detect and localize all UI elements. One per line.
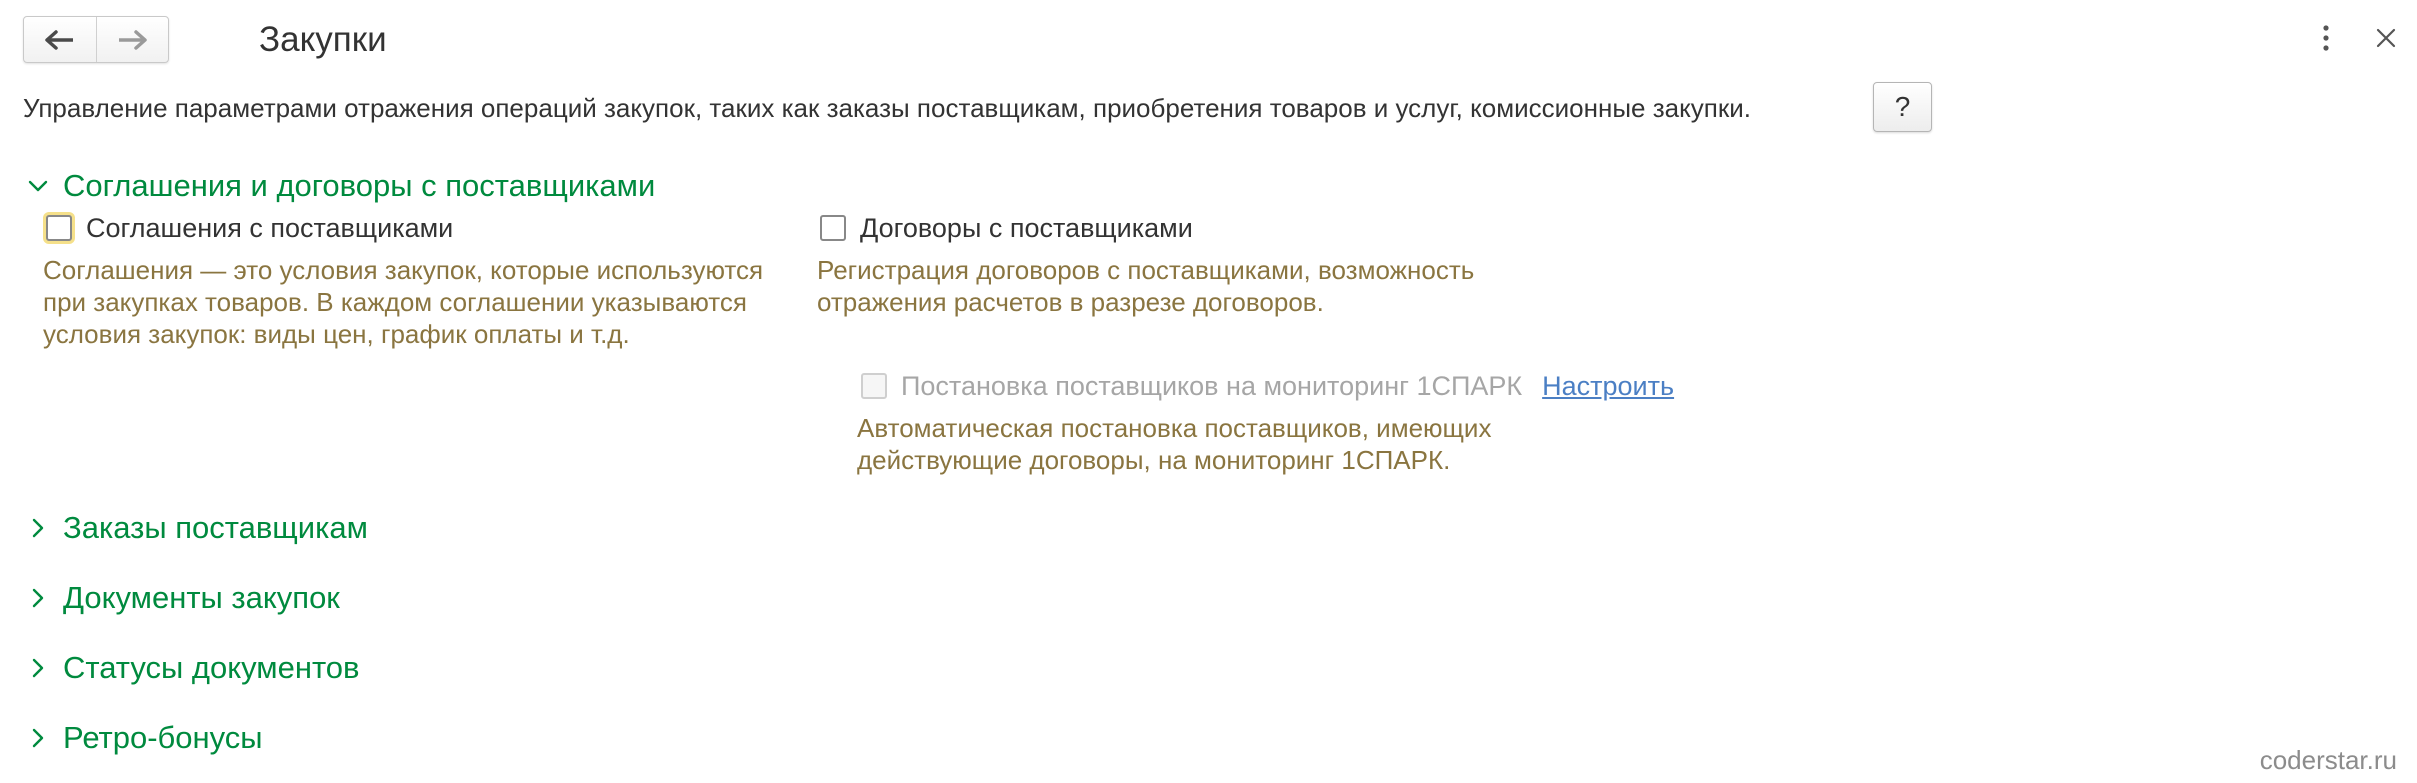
section-header-agreements[interactable]: Соглашения и договоры с поставщиками: [27, 166, 655, 206]
close-icon[interactable]: [2375, 27, 2397, 49]
agreements-checkbox[interactable]: [46, 215, 72, 241]
section-title-statuses: Статусы документов: [63, 650, 360, 685]
monitoring-option: Постановка поставщиков на мониторинг 1СП…: [861, 368, 1674, 404]
configure-monitoring-link[interactable]: Настроить: [1542, 368, 1674, 404]
chevron-down-icon: [28, 180, 48, 192]
section-title-retro: Ретро-бонусы: [63, 720, 263, 755]
agreements-option: Соглашения с поставщиками: [46, 210, 453, 246]
contracts-checkbox-label[interactable]: Договоры с поставщиками: [860, 210, 1193, 246]
window-title: Закупки: [259, 20, 387, 59]
arrow-right-icon: [119, 29, 147, 50]
monitoring-hint: Автоматическая постановка поставщиков, и…: [857, 413, 1492, 475]
agreements-hint: Соглашения — это условия закупок, которы…: [43, 255, 764, 349]
chevron-right-icon: [32, 518, 44, 538]
section-header-documents[interactable]: Документы закупок: [27, 578, 340, 618]
help-button[interactable]: ?: [1873, 82, 1932, 132]
section-header-statuses[interactable]: Статусы документов: [27, 648, 360, 688]
chevron-right-icon: [32, 728, 44, 748]
navigation-buttons: [23, 16, 169, 63]
section-title-documents: Документы закупок: [63, 580, 340, 615]
monitoring-checkbox: [861, 373, 887, 399]
monitoring-checkbox-label: Постановка поставщиков на мониторинг 1СП…: [901, 371, 1523, 401]
section-header-retro[interactable]: Ретро-бонусы: [27, 718, 263, 758]
section-header-orders[interactable]: Заказы поставщикам: [27, 508, 368, 548]
form-description: Управление параметрами отражения операци…: [23, 93, 1751, 123]
forward-button[interactable]: [95, 17, 169, 62]
watermark: coderstar.ru: [2259, 745, 2397, 775]
more-vertical-icon[interactable]: [2316, 24, 2336, 52]
section-title-agreements: Соглашения и договоры с поставщиками: [63, 168, 656, 203]
chevron-right-icon: [32, 588, 44, 608]
section-title-orders: Заказы поставщикам: [63, 510, 368, 545]
chevron-right-icon: [32, 658, 44, 678]
arrow-left-icon: [45, 29, 73, 50]
contracts-hint: Регистрация договоров с поставщиками, во…: [817, 255, 1475, 317]
agreements-checkbox-label[interactable]: Соглашения с поставщиками: [86, 210, 453, 246]
contracts-option: Договоры с поставщиками: [820, 210, 1193, 246]
contracts-checkbox[interactable]: [820, 215, 846, 241]
back-button[interactable]: [24, 17, 96, 62]
